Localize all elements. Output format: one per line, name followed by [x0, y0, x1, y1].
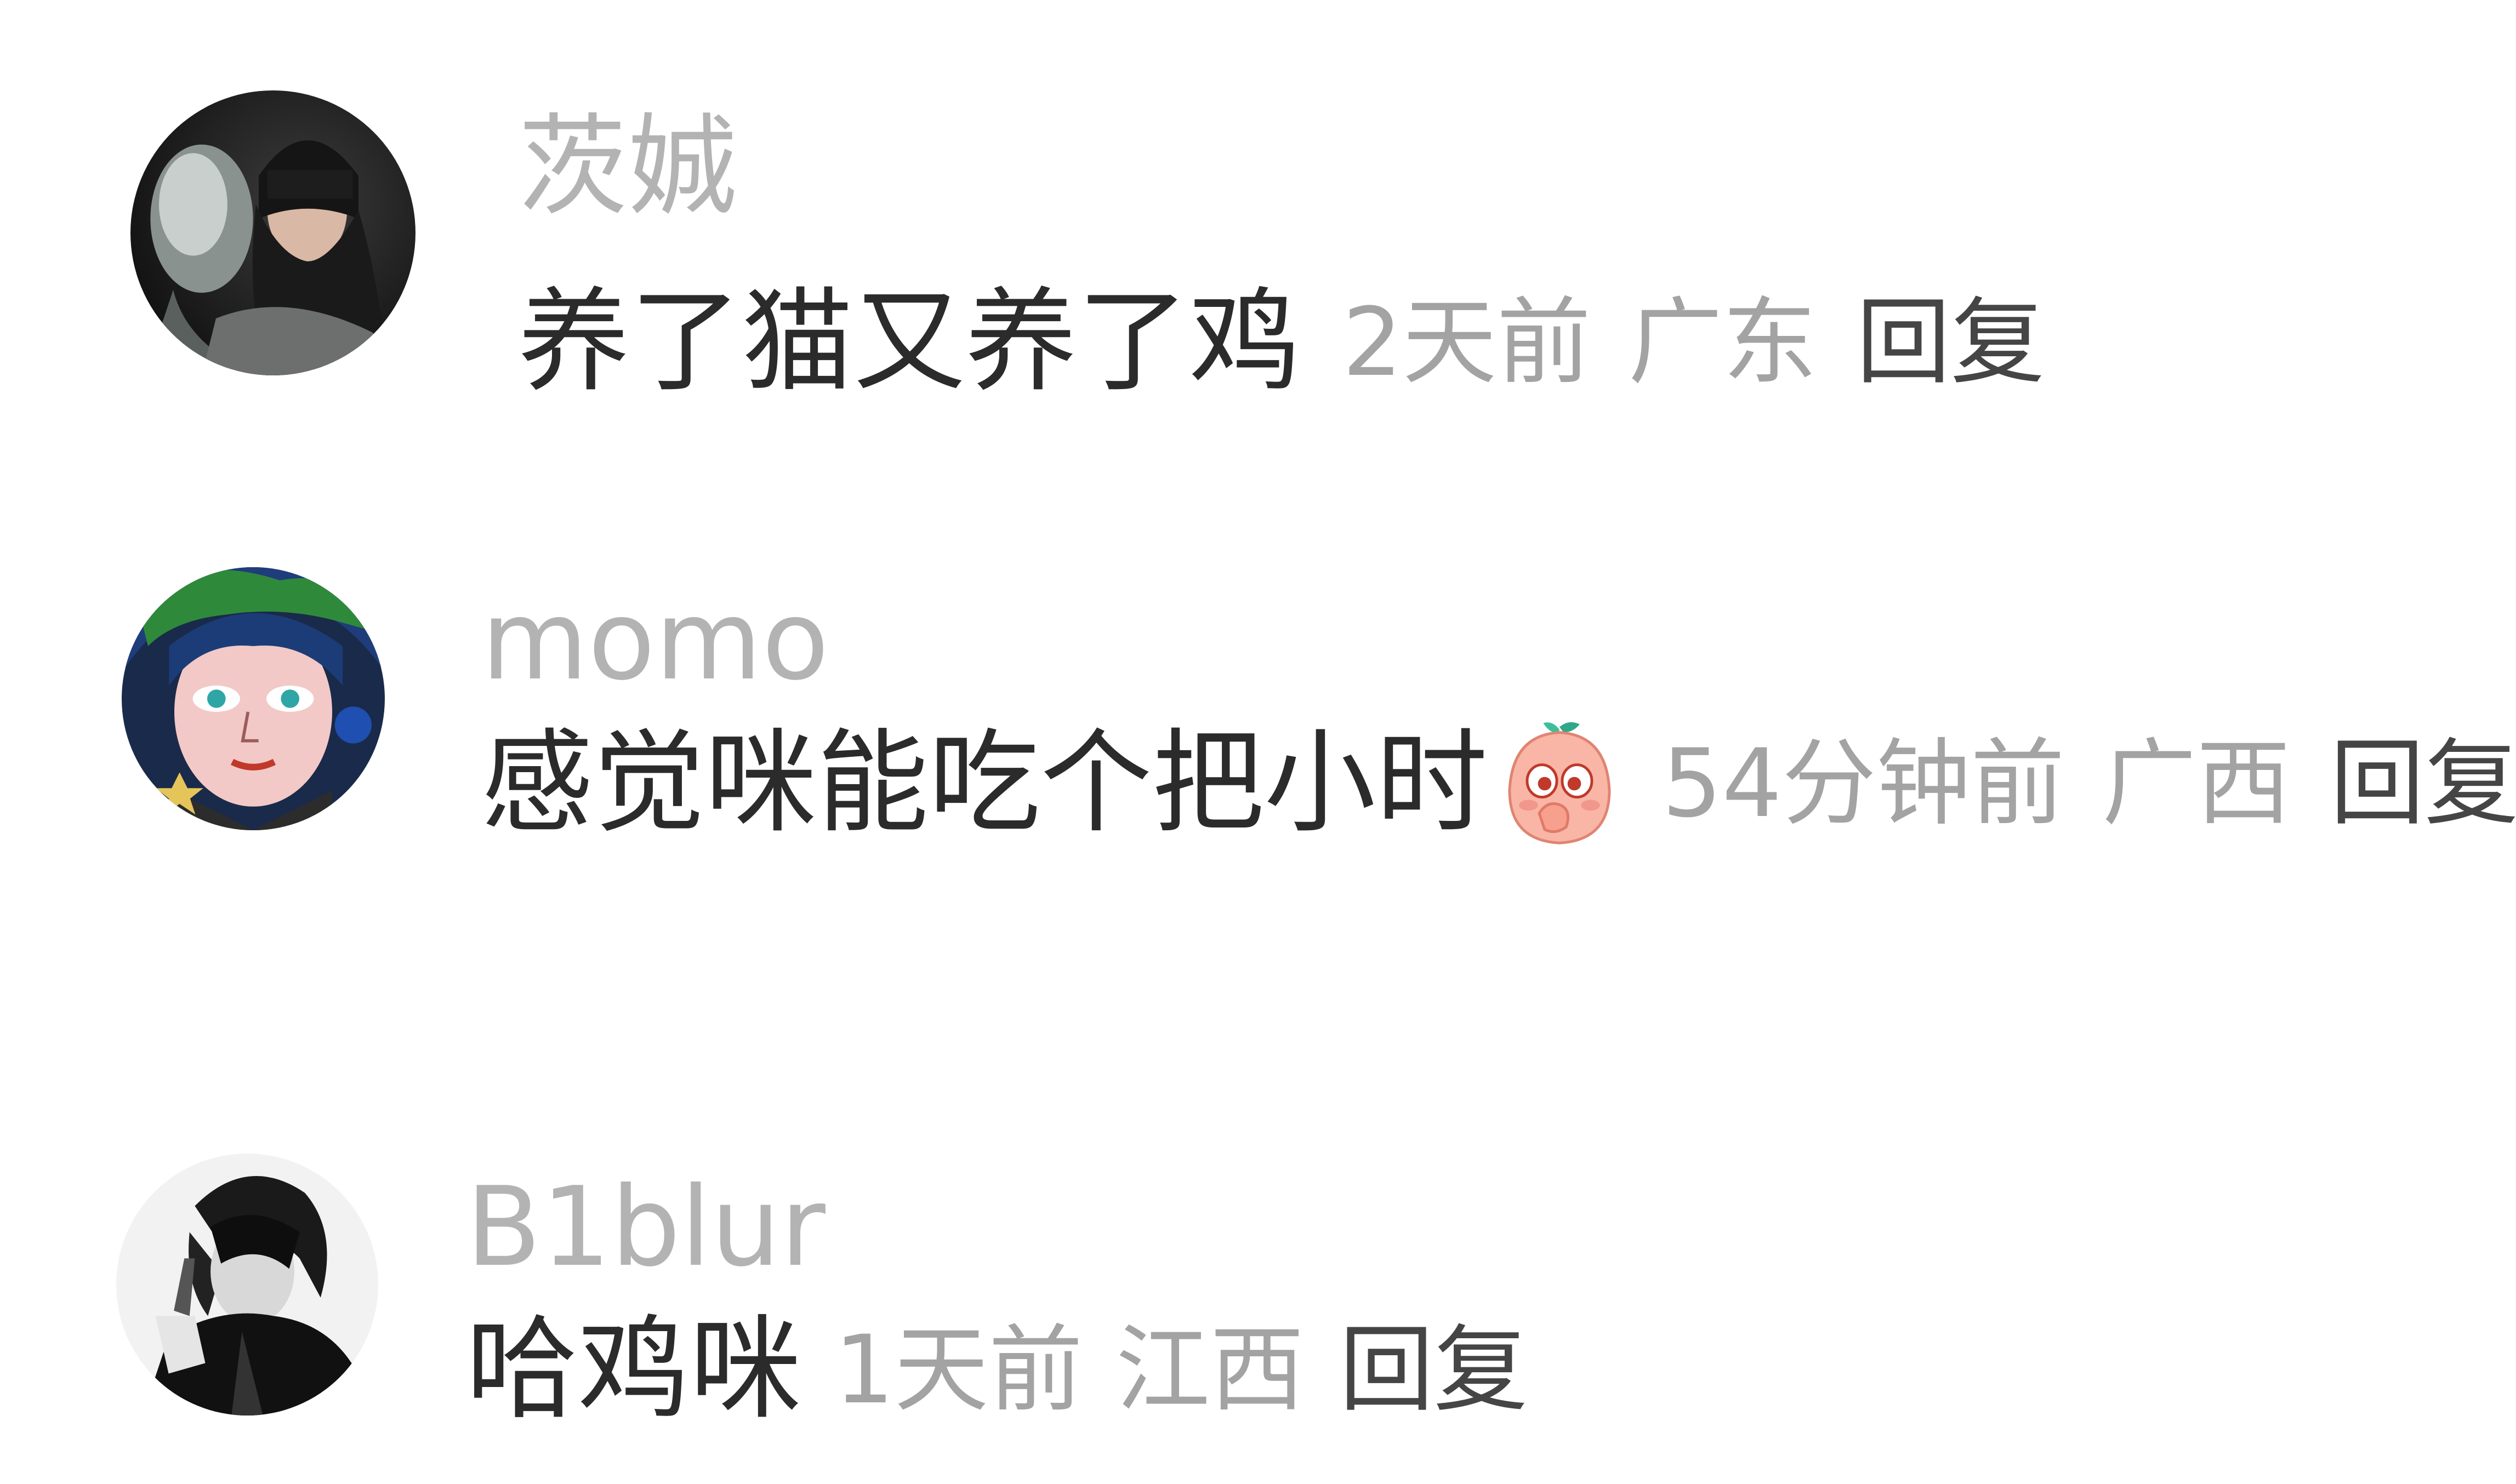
username[interactable]: B1blur — [466, 1173, 826, 1282]
avatar[interactable] — [116, 1154, 378, 1415]
comment-item: 茨娍 养了猫又养了鸡 2天前 广东 回复 — [0, 0, 2516, 438]
avatar-image — [116, 1154, 378, 1415]
comment-line: 感觉咪能吃个把小时 54分钟前 广西 回复 — [481, 715, 2516, 852]
comment-location: 江西 — [1115, 1315, 1305, 1425]
comment-time: 2天前 — [1342, 287, 1591, 397]
avatar[interactable] — [122, 567, 385, 830]
username[interactable]: momo — [481, 586, 829, 696]
comment-text: 哈鸡咪 — [466, 1305, 801, 1435]
reply-button[interactable]: 回复 — [2330, 737, 2516, 831]
comment-time: 1天前 — [834, 1315, 1083, 1425]
comment-time: 54分钟前 — [1662, 728, 2065, 838]
reply-button[interactable]: 回复 — [1856, 295, 2045, 390]
comment-location: 广东 — [1628, 287, 1817, 397]
comment-line: 养了猫又养了鸡 2天前 广东 回复 — [518, 282, 2045, 403]
avatar-image — [130, 90, 415, 375]
reply-button[interactable]: 回复 — [1339, 1323, 1528, 1417]
comment-location: 广西 — [2102, 728, 2291, 838]
comment-text: 感觉咪能吃个把小时 — [481, 718, 1488, 848]
username[interactable]: 茨娍 — [518, 112, 737, 222]
comment-item: momo 感觉咪能吃个把小时 54分钟前 广西 回复 — [0, 493, 2516, 932]
avatar[interactable] — [130, 90, 415, 375]
comment-item: B1blur 哈鸡咪 1天前 江西 回复 — [0, 1074, 2516, 1484]
avatar-image — [122, 567, 385, 830]
comment-line: 哈鸡咪 1天前 江西 回复 — [466, 1312, 1528, 1428]
blushing-peach-emoji-icon — [1499, 716, 1620, 851]
comment-text: 养了猫又养了鸡 — [518, 277, 1301, 407]
